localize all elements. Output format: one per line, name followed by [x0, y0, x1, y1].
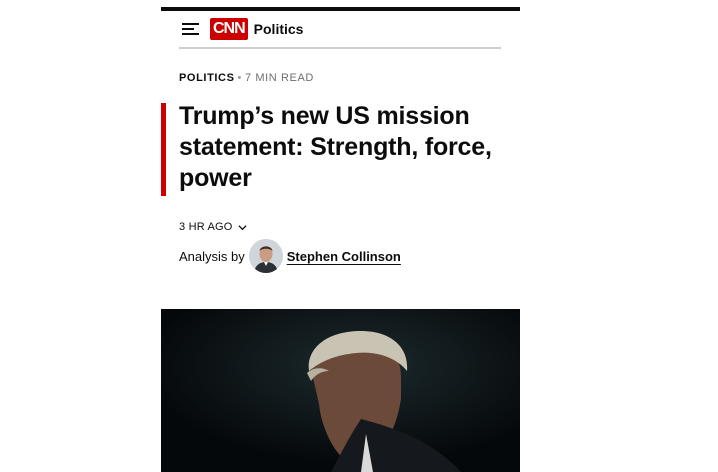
- mobile-article-view: CNN Politics POLITICS • 7 MIN READ Trump…: [161, 7, 520, 472]
- chevron-down-icon[interactable]: [238, 223, 247, 232]
- byline-prefix: Analysis by: [179, 248, 245, 264]
- timestamp[interactable]: 3 HR AGO: [179, 221, 247, 233]
- article-kicker: POLITICS • 7 MIN READ: [179, 72, 314, 84]
- kicker-separator: •: [237, 72, 242, 84]
- article-headline: Trump’s new US mission statement: Streng…: [179, 102, 492, 192]
- kicker-section[interactable]: POLITICS: [179, 72, 235, 84]
- hero-image[interactable]: [161, 309, 520, 472]
- author-avatar[interactable]: [248, 239, 283, 273]
- logo-text: CNN: [213, 20, 246, 37]
- read-time: 7 MIN READ: [244, 72, 314, 84]
- hamburger-menu-icon[interactable]: [182, 23, 199, 35]
- section-title[interactable]: Politics: [254, 21, 304, 37]
- site-header: CNN Politics: [179, 11, 501, 49]
- timestamp-text: 3 HR AGO: [179, 221, 233, 233]
- author-link[interactable]: Stephen Collinson: [287, 249, 401, 264]
- byline: Analysis by Stephen Collinson: [179, 239, 401, 273]
- headline-accent-bar: [161, 103, 166, 196]
- cnn-logo[interactable]: CNN: [210, 18, 248, 40]
